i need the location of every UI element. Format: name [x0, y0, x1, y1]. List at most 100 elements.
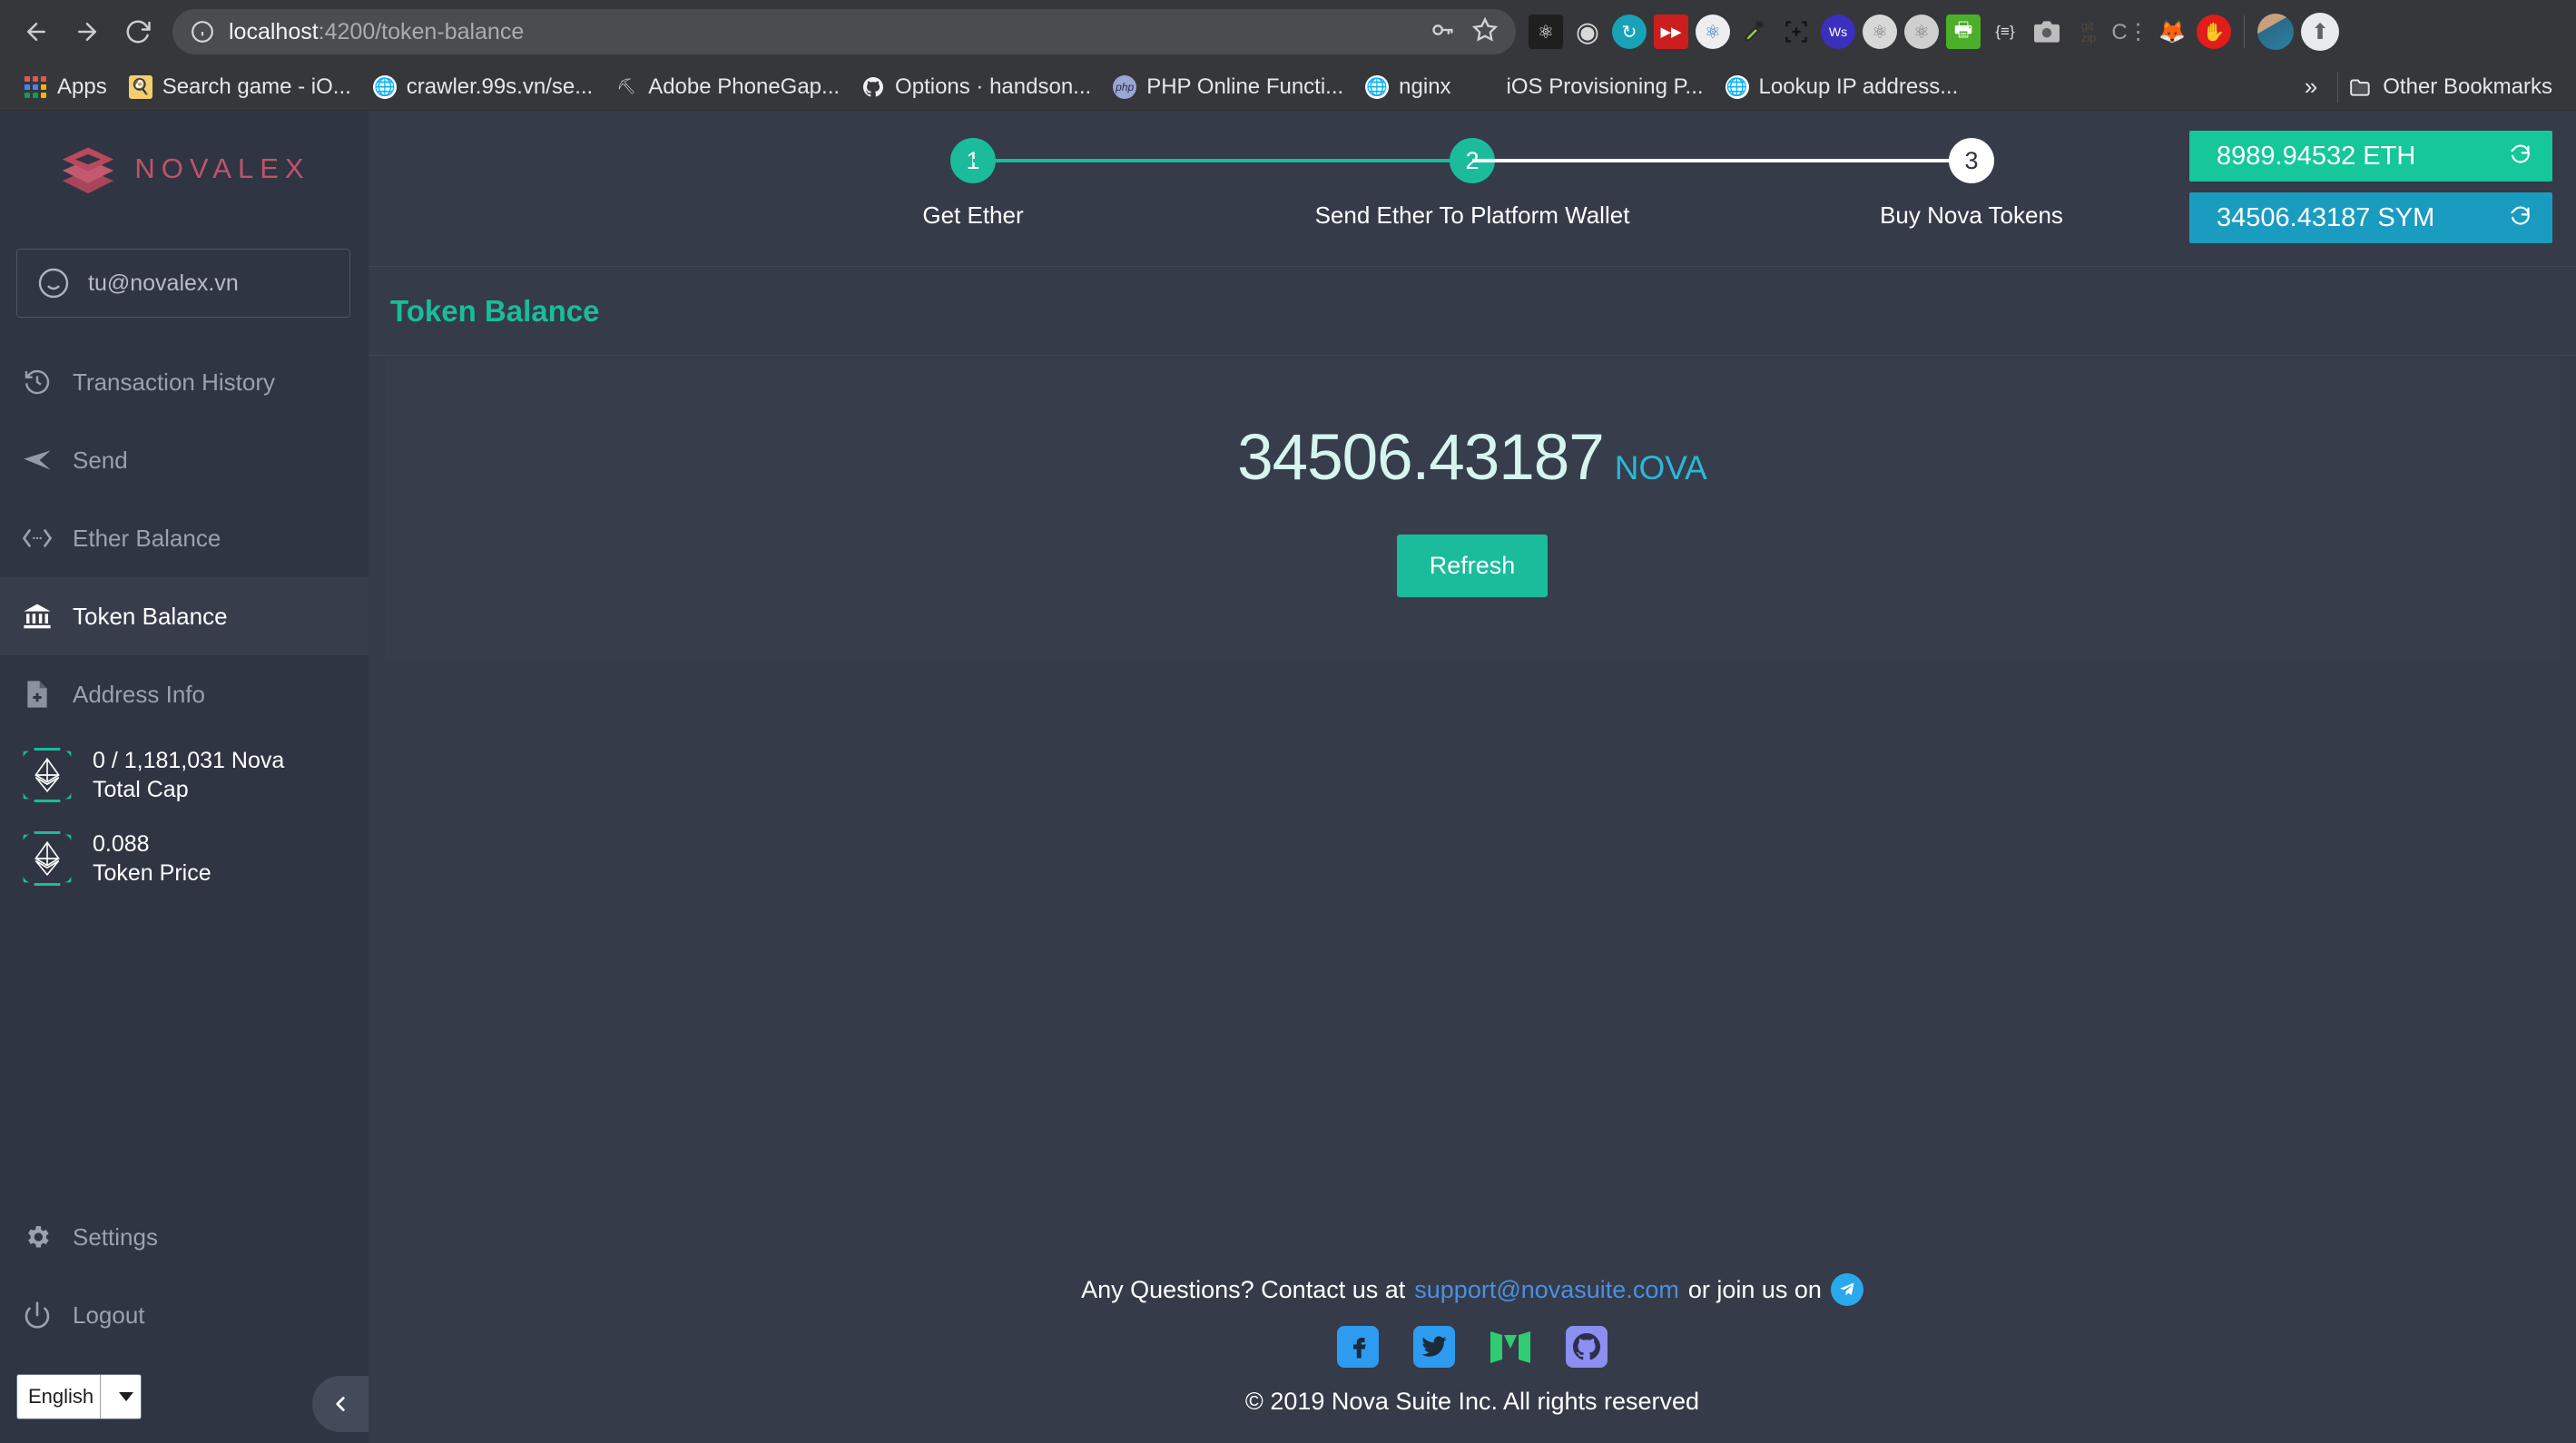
code-arrows-icon [20, 521, 54, 555]
eth-balance-value: 8989.94532 ETH [2217, 141, 2416, 171]
stat-value: 0.088 [93, 831, 150, 857]
metamask-fox-icon[interactable]: 🦊 [2155, 15, 2189, 49]
adblock-icon[interactable]: ✋ [2197, 15, 2231, 49]
wappalyzer-icon[interactable]: Ws [1821, 15, 1855, 49]
screen-capture-icon[interactable] [1779, 15, 1814, 49]
sidebar-item-label: Logout [73, 1301, 145, 1329]
profile-avatar[interactable] [2257, 14, 2294, 50]
bookmark-label: Search game - iO... [162, 74, 351, 99]
bookmark-item[interactable]: iOS Provisioning P... [1462, 69, 1715, 105]
page-title-row: Token Balance [369, 267, 2576, 356]
back-button[interactable] [13, 8, 60, 55]
apple-icon [1473, 75, 1497, 99]
bookmark-item[interactable]: 🌐 nginx [1354, 69, 1461, 105]
json-formatter-icon[interactable]: {≡} [1988, 15, 2022, 49]
sidebar-item-label: Settings [73, 1222, 158, 1251]
address-bar[interactable]: localhost:4200/token-balance [172, 9, 1516, 54]
target-icon[interactable]: ◉ [1570, 15, 1605, 49]
refresh-icon[interactable] [2508, 203, 2532, 233]
sidebar-item-send[interactable]: Send [0, 421, 369, 499]
power-icon [20, 1298, 54, 1332]
topbar: 1 Get Ether 2 Send Ether To Platform Wal… [369, 111, 2576, 267]
sidebar-item-label: Address Info [73, 680, 205, 708]
react-devtools-icon[interactable]: ⚛ [1529, 15, 1563, 49]
page-footer: Any Questions? Contact us at support@nov… [369, 1273, 2576, 1443]
social-links [1337, 1326, 1608, 1368]
brand-name: NOVALEX [134, 152, 310, 184]
file-plus-icon [20, 677, 54, 712]
sidebar-item-settings[interactable]: Settings [0, 1198, 369, 1276]
other-bookmarks-folder[interactable]: Other Bookmarks [2338, 69, 2563, 105]
forward-button[interactable] [64, 8, 111, 55]
novalex-logo-icon [63, 147, 114, 194]
sidebar-item-transaction-history[interactable]: Transaction History [0, 343, 369, 421]
copyright-text: © 2019 Nova Suite Inc. All rights reserv… [1244, 1388, 1700, 1415]
bookmark-item[interactable]: 🌐 crawler.99s.vn/se... [362, 69, 604, 105]
language-select[interactable]: English [16, 1374, 142, 1419]
balance-badges: 8989.94532 ETH 34506.43187 SYM [2189, 131, 2552, 243]
react-gray-icon[interactable]: ⚛ [1863, 15, 1897, 49]
print-friendly-icon[interactable]: 🖶 [1946, 15, 1981, 49]
globe-icon: 🌐 [1725, 74, 1749, 99]
bookmark-item[interactable]: 🌐 Lookup IP address... [1715, 69, 1970, 105]
smiley-face-icon [37, 267, 70, 299]
stat-total-cap: 0 / 1,181,031 Nova Total Cap [0, 733, 369, 817]
contact-line: Any Questions? Contact us at support@nov… [1081, 1273, 1863, 1306]
gear-icon [20, 1220, 54, 1254]
info-circle-icon[interactable] [191, 20, 214, 44]
medium-icon[interactable] [1490, 1326, 1531, 1368]
account-box[interactable]: tu@novalex.vn [16, 249, 350, 318]
sidebar-item-label: Ether Balance [73, 524, 221, 552]
telegram-icon[interactable] [1830, 1273, 1863, 1306]
gitzip-icon[interactable]: git zip [2071, 15, 2106, 49]
eth-balance-badge[interactable]: 8989.94532 ETH [2189, 131, 2552, 182]
bookmark-label: nginx [1399, 74, 1451, 99]
sidebar-item-logout[interactable]: Logout [0, 1276, 369, 1354]
refresh-icon[interactable] [2508, 142, 2532, 172]
sidebar-bottom-nav: Settings Logout [0, 1198, 369, 1354]
language-selected-value: English [28, 1385, 94, 1408]
sidebar-item-token-balance[interactable]: Token Balance [0, 577, 369, 655]
bookmark-label: crawler.99s.vn/se... [406, 74, 594, 99]
stat-label: Total Cap [93, 777, 189, 802]
chevron-down-icon[interactable] [100, 1375, 141, 1418]
stepper-connector-2 [1472, 159, 1971, 162]
key-icon[interactable] [1431, 17, 1456, 47]
sidebar-item-address-info[interactable]: Address Info [0, 655, 369, 733]
browser-toolbar: localhost:4200/token-balance ⚛ ◉ ↻ ▶▶ ⚛ … [0, 0, 2576, 64]
bookmark-item[interactable]: Options · handson... [850, 69, 1102, 105]
react-gray2-icon[interactable]: ⚛ [1904, 15, 1939, 49]
bookmarks-overflow-button[interactable]: » [2285, 73, 2337, 101]
twitter-icon[interactable] [1413, 1326, 1455, 1368]
eyedropper-icon[interactable] [1737, 15, 1772, 49]
refresh-button[interactable]: Refresh [1396, 535, 1549, 597]
emmet-icon[interactable]: ↻ [1612, 15, 1647, 49]
globe-icon: 🌐 [1365, 74, 1390, 99]
support-email-link[interactable]: support@novasuite.com [1414, 1276, 1679, 1304]
sidebar-collapse-button[interactable] [312, 1376, 369, 1432]
globe-icon: 🌐 [372, 74, 397, 99]
bookmark-item[interactable]: php PHP Online Functi... [1102, 69, 1354, 105]
sidebar-item-ether-balance[interactable]: Ether Balance [0, 499, 369, 577]
sym-balance-badge[interactable]: 34506.43187 SYM [2189, 192, 2552, 243]
extension-icons: ⚛ ◉ ↻ ▶▶ ⚛ Ws ⚛ ⚛ 🖶 {≡} git zip C⋮ 🦊 ✋ ⬆ [1529, 13, 2339, 51]
reload-button[interactable] [114, 8, 162, 55]
apps-shortcut[interactable]: Apps [13, 69, 118, 105]
apps-label: Apps [57, 74, 107, 99]
app-container: NOVALEX tu@novalex.vn Transaction Histor… [0, 111, 2576, 1443]
atom-colorful-icon[interactable]: ⚛ [1696, 15, 1730, 49]
bookmark-label: PHP Online Functi... [1146, 74, 1344, 99]
bookmark-item[interactable]: ⛏ Adobe PhoneGap... [604, 69, 850, 105]
clockify-icon[interactable]: C⋮ [2111, 15, 2148, 49]
brand-logo[interactable]: NOVALEX [0, 111, 369, 227]
contact-prefix: Any Questions? Contact us at [1081, 1275, 1406, 1303]
camera-icon[interactable] [2030, 15, 2064, 49]
bookmark-item[interactable]: 🍳 Search game - iO... [118, 69, 362, 105]
sym-balance-value: 34506.43187 SYM [2217, 202, 2435, 232]
star-icon[interactable] [1471, 16, 1499, 47]
update-arrow-icon[interactable]: ⬆ [2301, 13, 2339, 51]
other-bookmarks-label: Other Bookmarks [2383, 74, 2552, 99]
github-icon[interactable] [1566, 1326, 1608, 1368]
video-speed-icon[interactable]: ▶▶ [1654, 15, 1688, 49]
facebook-icon[interactable] [1337, 1326, 1379, 1368]
